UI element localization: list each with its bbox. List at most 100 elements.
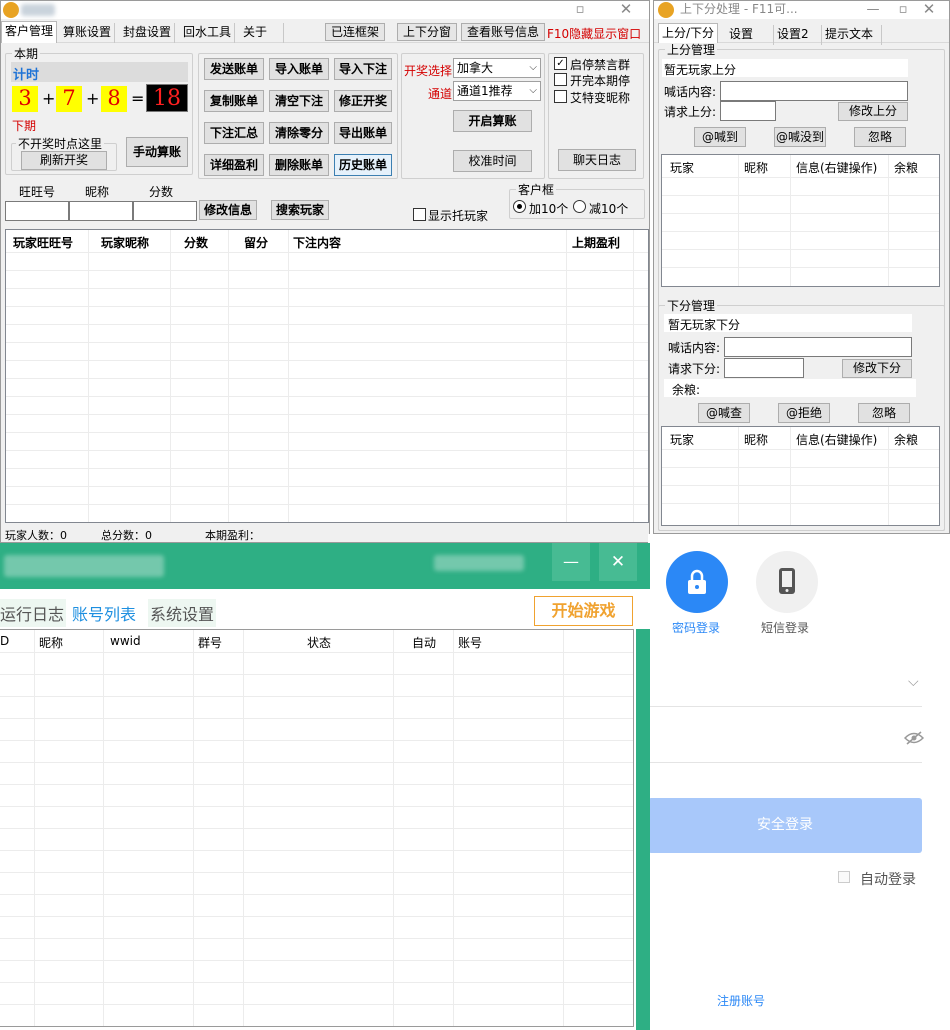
tab-updown[interactable]: 上分/下分 xyxy=(658,23,719,43)
tab-billing-settings[interactable]: 算账设置 xyxy=(60,23,116,43)
close-button[interactable]: ✕ xyxy=(599,543,637,581)
secure-login-button[interactable]: 安全登录 xyxy=(648,798,922,853)
col-id[interactable]: D xyxy=(0,634,9,648)
modify-down-button[interactable]: 修改下分 xyxy=(842,359,912,378)
nick-input[interactable] xyxy=(69,201,133,221)
col-group[interactable]: 群号 xyxy=(198,634,222,651)
auto-login-checkbox[interactable] xyxy=(838,871,850,883)
up-request-input[interactable] xyxy=(720,101,776,121)
btn-not-arrived[interactable]: @喊没到 xyxy=(774,127,826,147)
player-table[interactable]: 玩家旺旺号 玩家昵称 分数 留分 下注内容 上期盈利 xyxy=(5,229,649,523)
password-login-label[interactable]: 密码登录 xyxy=(672,619,720,636)
password-login-button[interactable] xyxy=(666,551,728,613)
calibrate-time-button[interactable]: 校准时间 xyxy=(453,150,532,172)
chat-log-button[interactable]: 聊天日志 xyxy=(558,149,636,171)
col-wangwang[interactable]: 玩家旺旺号 xyxy=(13,234,73,251)
account-table[interactable]: D 昵称 wwid 群号 状态 自动 账号 xyxy=(0,629,634,1027)
ban-group-checkbox[interactable]: ✓ xyxy=(554,57,567,70)
minimize-icon[interactable]: ▫ xyxy=(569,1,591,19)
close-icon[interactable]: ✕ xyxy=(918,1,940,19)
export-bill-button[interactable]: 导出账单 xyxy=(334,122,392,144)
close-icon[interactable]: ✕ xyxy=(615,1,637,19)
auto-login-label[interactable]: 自动登录 xyxy=(860,869,916,889)
updown-window-button[interactable]: 上下分窗 xyxy=(397,23,458,41)
col-nick[interactable]: 昵称 xyxy=(39,634,63,651)
sub-ten-radio[interactable] xyxy=(573,200,586,213)
fix-draw-button[interactable]: 修正开奖 xyxy=(334,90,392,112)
sub-ten-label: 减10个 xyxy=(589,202,629,216)
up-legend: 上分管理 xyxy=(667,43,716,57)
register-link[interactable]: 注册账号 xyxy=(717,992,765,1009)
col-auto[interactable]: 自动 xyxy=(412,634,436,651)
tab-run-log[interactable]: 运行日志 xyxy=(0,599,67,627)
down-shout-input[interactable] xyxy=(724,337,912,357)
score-input[interactable] xyxy=(133,201,197,221)
manual-billing-button[interactable]: 手动算账 xyxy=(126,137,188,167)
draw-select[interactable]: 加拿大 ⌵ xyxy=(453,58,541,78)
import-bill-button[interactable]: 导入账单 xyxy=(269,58,329,80)
blurred-title xyxy=(4,555,164,577)
add-ten-radio[interactable] xyxy=(513,200,526,213)
start-billing-button[interactable]: 开启算账 xyxy=(453,110,532,132)
sms-login-button[interactable] xyxy=(756,551,818,613)
copy-bill-button[interactable]: 复制账单 xyxy=(204,90,264,112)
stop-after-checkbox[interactable] xyxy=(554,73,567,86)
btn-check[interactable]: @喊查 xyxy=(698,403,750,423)
nick-label: 昵称 xyxy=(85,185,110,199)
modify-up-button[interactable]: 修改上分 xyxy=(838,102,908,121)
down-col-info: 信息(右键操作) xyxy=(796,433,878,447)
delete-bill-button[interactable]: 删除账单 xyxy=(269,154,329,176)
down-request-label: 请求下分: xyxy=(668,362,721,376)
btn-arrived[interactable]: @喊到 xyxy=(694,127,746,147)
minimize-icon[interactable]: — xyxy=(862,1,884,19)
btn-reject[interactable]: @拒绝 xyxy=(778,403,830,423)
chevron-down-icon[interactable]: ⌵ xyxy=(908,674,919,690)
col-status[interactable]: 状态 xyxy=(307,634,331,651)
import-bet-button[interactable]: 导入下注 xyxy=(334,58,392,80)
down-request-input[interactable] xyxy=(724,358,804,378)
tab-customer[interactable]: 客户管理 xyxy=(1,21,58,43)
col-profit[interactable]: 上期盈利 xyxy=(572,234,620,251)
col-score[interactable]: 分数 xyxy=(184,234,208,251)
col-bet[interactable]: 下注内容 xyxy=(293,234,341,251)
btn-up-ignore[interactable]: 忽略 xyxy=(854,127,906,147)
col-wwid[interactable]: wwid xyxy=(110,634,141,648)
phone-icon xyxy=(779,568,795,594)
down-table[interactable]: 玩家 昵称 信息(右键操作) 余粮 xyxy=(661,426,940,526)
up-col-balance: 余粮 xyxy=(894,161,919,175)
wangwang-input[interactable] xyxy=(5,201,69,221)
btn-down-ignore[interactable]: 忽略 xyxy=(858,403,910,423)
refresh-draw-button[interactable]: 刷新开奖 xyxy=(21,151,107,170)
tab-rebate-tool[interactable]: 回水工具 xyxy=(180,23,236,43)
at-nick-checkbox[interactable] xyxy=(554,90,567,103)
modify-info-button[interactable]: 修改信息 xyxy=(199,200,257,220)
tab-seal-settings[interactable]: 封盘设置 xyxy=(120,23,176,43)
tab-about[interactable]: 关于 xyxy=(240,23,284,43)
channel-select[interactable]: 通道1推荐 ⌵ xyxy=(453,81,541,101)
col-reserve[interactable]: 留分 xyxy=(244,234,268,251)
col-nick[interactable]: 玩家昵称 xyxy=(101,234,149,251)
search-player-button[interactable]: 搜索玩家 xyxy=(271,200,329,220)
bet-summary-button[interactable]: 下注汇总 xyxy=(204,122,264,144)
send-bill-button[interactable]: 发送账单 xyxy=(204,58,264,80)
history-bill-button[interactable]: 历史账单 xyxy=(334,154,392,176)
start-game-button[interactable]: 开始游戏 xyxy=(534,596,633,626)
up-shout-input[interactable] xyxy=(720,81,908,101)
draw-result: 18 xyxy=(146,84,188,112)
up-table[interactable]: 玩家 昵称 信息(右键操作) 余粮 xyxy=(661,154,940,287)
detail-profit-button[interactable]: 详细盈利 xyxy=(204,154,264,176)
minimize-button[interactable]: — xyxy=(552,543,590,581)
eye-off-icon[interactable] xyxy=(904,731,924,745)
tab-account-list[interactable]: 账号列表 xyxy=(70,599,139,627)
tab-system-settings[interactable]: 系统设置 xyxy=(148,599,217,627)
down-col-player: 玩家 xyxy=(670,433,695,447)
clear-bet-button[interactable]: 清空下注 xyxy=(269,90,329,112)
show-proxy-checkbox[interactable] xyxy=(413,208,426,221)
maximize-icon[interactable]: ▫ xyxy=(892,1,914,19)
connected-frame-button[interactable]: 已连框架 xyxy=(325,23,386,41)
col-account[interactable]: 账号 xyxy=(458,634,482,651)
sms-login-label[interactable]: 短信登录 xyxy=(761,619,809,636)
clear-zero-button[interactable]: 清除零分 xyxy=(269,122,329,144)
account-window: — ✕ 运行日志 账号列表 系统设置 开始游戏 D 昵称 wwid 群号 状态 … xyxy=(0,543,650,1030)
account-info-button[interactable]: 查看账号信息 xyxy=(461,23,546,41)
